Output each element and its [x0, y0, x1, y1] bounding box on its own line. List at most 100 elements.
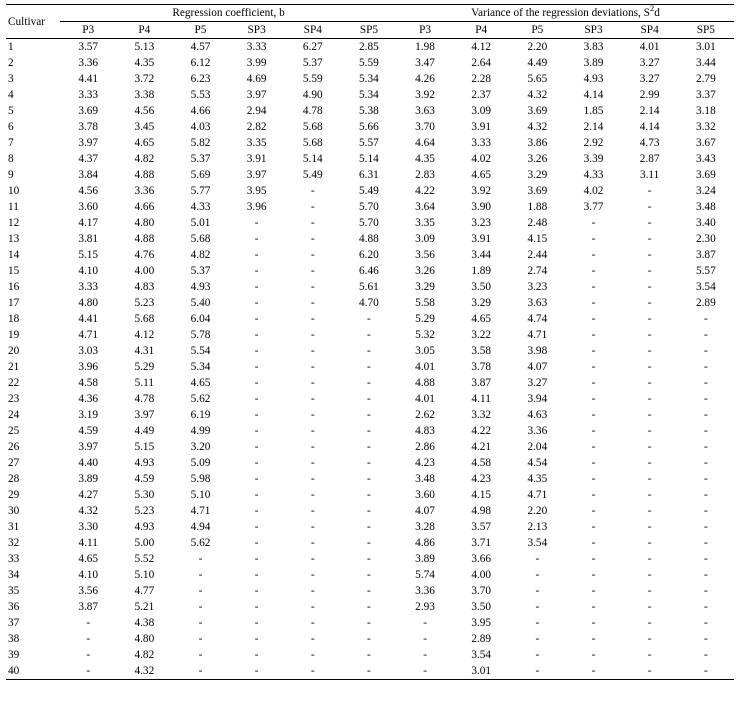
- value-cell: -: [509, 615, 565, 631]
- cultivar-cell: 14: [6, 247, 60, 263]
- value-cell: 5.49: [341, 183, 397, 199]
- value-cell: 5.66: [341, 119, 397, 135]
- value-cell: 4.23: [453, 471, 509, 487]
- value-cell: -: [285, 183, 341, 199]
- table-row: 154.104.005.37--6.463.261.892.74--5.57: [6, 263, 734, 279]
- value-cell: -: [341, 583, 397, 599]
- value-cell: 3.09: [397, 231, 453, 247]
- value-cell: 3.33: [60, 279, 116, 295]
- value-cell: -: [509, 663, 565, 680]
- value-cell: -: [285, 359, 341, 375]
- value-cell: 4.01: [622, 39, 678, 56]
- value-cell: 4.88: [341, 231, 397, 247]
- value-cell: 4.07: [397, 503, 453, 519]
- value-cell: 4.88: [116, 167, 172, 183]
- value-cell: 4.33: [172, 199, 228, 215]
- value-cell: -: [285, 327, 341, 343]
- value-cell: 3.95: [229, 183, 285, 199]
- value-cell: -: [285, 295, 341, 311]
- value-cell: 5.30: [116, 487, 172, 503]
- value-cell: 4.66: [116, 199, 172, 215]
- value-cell: -: [229, 311, 285, 327]
- value-cell: 1.98: [397, 39, 453, 56]
- value-cell: 4.78: [116, 391, 172, 407]
- value-cell: 3.69: [509, 103, 565, 119]
- value-cell: -: [565, 519, 621, 535]
- value-cell: -: [622, 391, 678, 407]
- value-cell: 4.78: [285, 103, 341, 119]
- table-row: 224.585.114.65---4.883.873.27---: [6, 375, 734, 391]
- table-row: 34.413.726.234.695.595.344.262.285.654.9…: [6, 71, 734, 87]
- value-cell: -: [397, 663, 453, 680]
- value-cell: -: [285, 455, 341, 471]
- value-cell: -: [229, 327, 285, 343]
- value-cell: 2.14: [622, 103, 678, 119]
- value-cell: 2.86: [397, 439, 453, 455]
- value-cell: 5.62: [172, 535, 228, 551]
- value-cell: 2.20: [509, 503, 565, 519]
- value-cell: 5.58: [397, 295, 453, 311]
- value-cell: -: [229, 439, 285, 455]
- header-sub-2: P5: [172, 22, 228, 39]
- value-cell: 4.32: [509, 87, 565, 103]
- value-cell: 3.35: [229, 135, 285, 151]
- value-cell: -: [341, 375, 397, 391]
- value-cell: 4.12: [116, 327, 172, 343]
- table-row: 124.174.805.01--5.703.353.232.48--3.40: [6, 215, 734, 231]
- table-row: 243.193.976.19---2.623.324.63---: [6, 407, 734, 423]
- value-cell: 3.40: [678, 215, 734, 231]
- table-row: 203.034.315.54---3.053.583.98---: [6, 343, 734, 359]
- cultivar-cell: 38: [6, 631, 60, 647]
- value-cell: 3.70: [397, 119, 453, 135]
- value-cell: 3.60: [397, 487, 453, 503]
- value-cell: 4.71: [509, 327, 565, 343]
- value-cell: 5.70: [341, 199, 397, 215]
- value-cell: 3.94: [509, 391, 565, 407]
- value-cell: 3.26: [509, 151, 565, 167]
- value-cell: -: [565, 263, 621, 279]
- value-cell: -: [285, 567, 341, 583]
- value-cell: -: [678, 567, 734, 583]
- value-cell: 3.54: [509, 535, 565, 551]
- value-cell: 4.86: [397, 535, 453, 551]
- value-cell: -: [678, 503, 734, 519]
- value-cell: 5.34: [341, 71, 397, 87]
- value-cell: 4.69: [229, 71, 285, 87]
- value-cell: -: [565, 279, 621, 295]
- table-row: 133.814.885.68--4.883.093.914.15--2.30: [6, 231, 734, 247]
- value-cell: 6.12: [172, 55, 228, 71]
- value-cell: 4.65: [172, 375, 228, 391]
- value-cell: -: [622, 615, 678, 631]
- value-cell: 3.69: [60, 103, 116, 119]
- value-cell: 3.11: [622, 167, 678, 183]
- header-group-b: Regression coefficient, b: [60, 5, 397, 22]
- table-row: 363.875.21----2.933.50----: [6, 599, 734, 615]
- value-cell: -: [678, 647, 734, 663]
- value-cell: -: [565, 439, 621, 455]
- value-cell: 1.85: [565, 103, 621, 119]
- value-cell: 5.70: [341, 215, 397, 231]
- value-cell: -: [565, 295, 621, 311]
- cultivar-cell: 26: [6, 439, 60, 455]
- value-cell: 5.21: [116, 599, 172, 615]
- value-cell: -: [172, 663, 228, 680]
- value-cell: 6.04: [172, 311, 228, 327]
- table-row: 84.374.825.373.915.145.144.354.023.263.3…: [6, 151, 734, 167]
- value-cell: -: [622, 375, 678, 391]
- table-row: 104.563.365.773.95-5.494.223.923.694.02-…: [6, 183, 734, 199]
- value-cell: -: [678, 407, 734, 423]
- value-cell: 3.27: [509, 375, 565, 391]
- value-cell: -: [285, 583, 341, 599]
- value-cell: 4.15: [509, 231, 565, 247]
- value-cell: 2.92: [565, 135, 621, 151]
- value-cell: 5.34: [341, 87, 397, 103]
- value-cell: 5.40: [172, 295, 228, 311]
- table-row: 53.694.564.662.944.785.383.633.093.691.8…: [6, 103, 734, 119]
- value-cell: -: [341, 663, 397, 680]
- value-cell: -: [622, 183, 678, 199]
- table-row: 324.115.005.62---4.863.713.54---: [6, 535, 734, 551]
- value-cell: 3.96: [229, 199, 285, 215]
- value-cell: 4.58: [60, 375, 116, 391]
- value-cell: 3.64: [397, 199, 453, 215]
- value-cell: 3.89: [565, 55, 621, 71]
